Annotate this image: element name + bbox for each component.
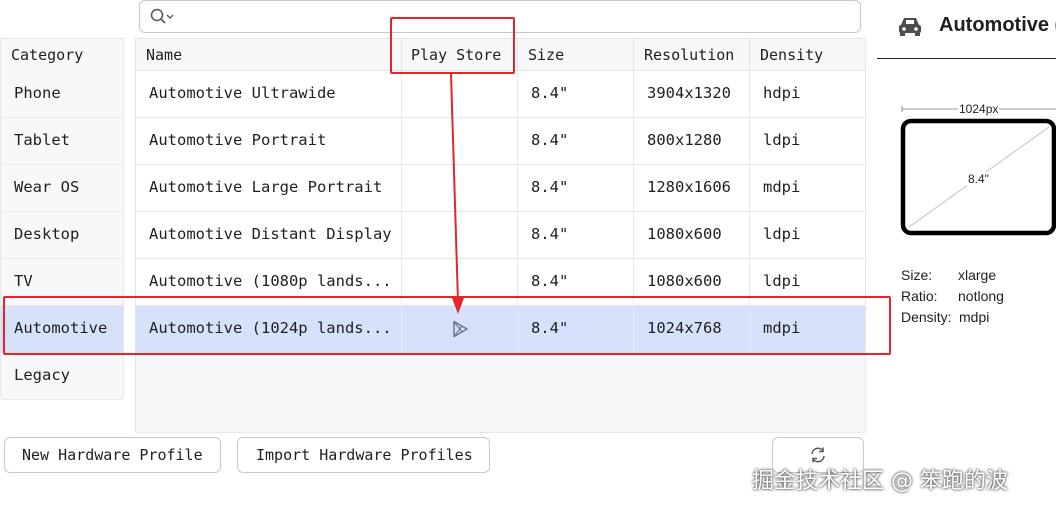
device-table: Name Play Store Size Resolution Density …: [135, 38, 866, 433]
column-header-name[interactable]: Name: [136, 39, 402, 71]
device-size: 8.4": [531, 225, 569, 243]
device-resolution: 1080x600: [647, 225, 722, 243]
search-icon: [150, 8, 174, 24]
screen-preview: [900, 106, 1056, 236]
device-name: Automotive Ultrawide: [149, 84, 336, 102]
size-label: Size:: [901, 267, 933, 283]
column-header-resolution[interactable]: Resolution: [634, 39, 750, 71]
device-density: mdpi: [763, 178, 801, 196]
device-name: Automotive Portrait: [149, 131, 327, 149]
device-resolution: 800x1280: [647, 131, 722, 149]
watermark: 掘金技术社区 @ 笨跑的波: [752, 469, 1008, 494]
device-resolution: 1080x600: [647, 272, 722, 290]
device-name: Automotive Distant Display: [149, 225, 392, 243]
density-value: mdpi: [959, 309, 990, 325]
new-hardware-profile-button[interactable]: New Hardware Profile: [4, 437, 221, 473]
preview-title: Automotive (: [939, 14, 1056, 36]
density-label: Density:: [901, 309, 952, 325]
category-item-tablet[interactable]: Tablet: [1, 118, 123, 165]
device-resolution: 1280x1606: [647, 178, 731, 196]
category-item-legacy[interactable]: Legacy: [1, 353, 123, 400]
column-header-density[interactable]: Density: [750, 39, 865, 71]
import-hardware-profiles-button[interactable]: Import Hardware Profiles: [237, 437, 490, 473]
device-name: Automotive (1080p lands...: [149, 272, 392, 290]
table-row[interactable]: Automotive Portrait 8.4" 800x1280 ldpi: [136, 118, 865, 165]
device-density: hdpi: [763, 84, 801, 102]
device-resolution: 3904x1320: [647, 84, 731, 102]
table-row[interactable]: Automotive Large Portrait 8.4" 1280x1606…: [136, 165, 865, 212]
device-density: ldpi: [763, 131, 801, 149]
category-item-phone[interactable]: Phone: [1, 71, 123, 118]
divider: [877, 58, 1056, 59]
device-size: 8.4": [531, 84, 569, 102]
ratio-value: notlong: [958, 288, 1004, 304]
table-row[interactable]: Automotive Distant Display 8.4" 1080x600…: [136, 212, 865, 259]
category-header: Category: [1, 39, 123, 72]
width-label: 1024px: [958, 102, 1000, 116]
column-header-size[interactable]: Size: [518, 39, 634, 71]
device-name: Automotive Large Portrait: [149, 178, 383, 196]
device-size: 8.4": [531, 272, 569, 290]
device-density: ldpi: [763, 272, 801, 290]
category-item-desktop[interactable]: Desktop: [1, 212, 123, 259]
refresh-icon: [811, 447, 825, 463]
size-value: xlarge: [958, 267, 997, 283]
annotation-box-play-store: [390, 17, 515, 74]
device-size: 8.4": [531, 178, 569, 196]
ratio-label: Ratio:: [901, 288, 938, 304]
category-item-wear-os[interactable]: Wear OS: [1, 165, 123, 212]
car-icon: [899, 18, 921, 36]
table-row[interactable]: Automotive Ultrawide 8.4" 3904x1320 hdpi: [136, 71, 865, 118]
annotation-arrow: [450, 73, 464, 314]
diagonal-label: 8.4": [967, 172, 990, 186]
device-size: 8.4": [531, 131, 569, 149]
device-preview-panel: Automotive ( 1024px 8.4" Size: xlarge Ra…: [877, 0, 1056, 509]
device-density: ldpi: [763, 225, 801, 243]
